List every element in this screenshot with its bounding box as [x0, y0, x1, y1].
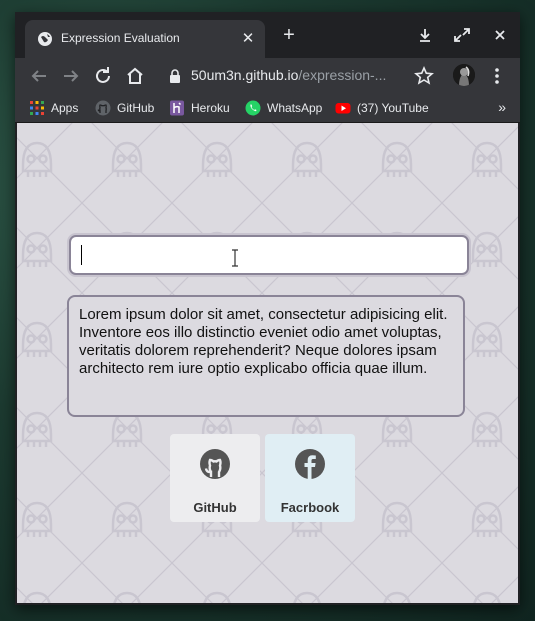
lock-icon [170, 69, 180, 83]
bookmark-youtube[interactable]: (37) YouTube [335, 98, 435, 118]
tab-strip: Expression Evaluation ✕ + [15, 12, 520, 58]
toolbar: 50um3n.github.io/expression-... [15, 58, 520, 94]
maximize-icon[interactable] [449, 24, 475, 46]
bookmarks-bar: Apps GitHub Heroku WhatsApp (37) YouTube… [15, 94, 520, 123]
heroku-icon [170, 100, 184, 116]
bookmark-label: WhatsApp [267, 101, 323, 115]
facebook-link-button[interactable]: Facrbook [265, 434, 355, 522]
facebook-icon [295, 449, 325, 479]
bookmarks-overflow-icon[interactable]: » [498, 99, 506, 115]
address-bar[interactable]: 50um3n.github.io/expression-... [163, 63, 399, 89]
browser-window: Expression Evaluation ✕ + 50um3n.github.… [15, 12, 520, 605]
bookmark-label: (37) YouTube [357, 101, 429, 115]
new-tab-icon[interactable]: + [277, 24, 301, 47]
github-link-button[interactable]: GitHub [170, 434, 260, 522]
bookmark-star-icon[interactable] [412, 64, 436, 88]
bookmark-apps[interactable]: Apps [29, 98, 89, 118]
github-label: GitHub [193, 500, 237, 515]
apps-grid-icon [30, 101, 44, 115]
url-host: 50um3n.github.io [191, 67, 299, 83]
whatsapp-icon [245, 100, 261, 116]
text-caret [81, 245, 82, 265]
globe-icon [38, 32, 52, 46]
forward-icon[interactable] [59, 64, 83, 88]
github-icon [95, 100, 111, 116]
avatar-icon [453, 64, 475, 86]
page-content: Lorem ipsum dolor sit amet, consectetur … [17, 123, 518, 603]
close-window-icon[interactable] [487, 24, 513, 46]
bookmark-whatsapp[interactable]: WhatsApp [245, 98, 329, 118]
facebook-label: Facrbook [280, 500, 340, 515]
result-paragraph: Lorem ipsum dolor sit amet, consectetur … [79, 306, 448, 377]
bookmark-label: Apps [51, 101, 79, 115]
result-text-box: Lorem ipsum dolor sit amet, consectetur … [67, 295, 465, 417]
bookmark-heroku[interactable]: Heroku [169, 98, 235, 118]
back-icon[interactable] [27, 64, 51, 88]
expression-input[interactable] [69, 235, 469, 275]
download-icon[interactable] [412, 24, 438, 46]
profile-avatar[interactable] [453, 64, 475, 86]
url-text: 50um3n.github.io/expression-... [191, 67, 386, 83]
tab-title: Expression Evaluation [61, 31, 180, 45]
tab-close-icon[interactable]: ✕ [239, 29, 257, 47]
menu-icon[interactable] [485, 64, 509, 88]
bookmark-label: Heroku [191, 101, 230, 115]
home-icon[interactable] [123, 64, 147, 88]
bookmark-github[interactable]: GitHub [95, 98, 161, 118]
text-cursor-icon [232, 249, 238, 267]
github-icon [200, 449, 230, 479]
reload-icon[interactable] [91, 64, 115, 88]
bookmark-label: GitHub [117, 101, 155, 115]
active-tab[interactable]: Expression Evaluation ✕ [25, 20, 265, 58]
youtube-icon [335, 103, 351, 114]
url-path: /expression-... [298, 67, 387, 83]
